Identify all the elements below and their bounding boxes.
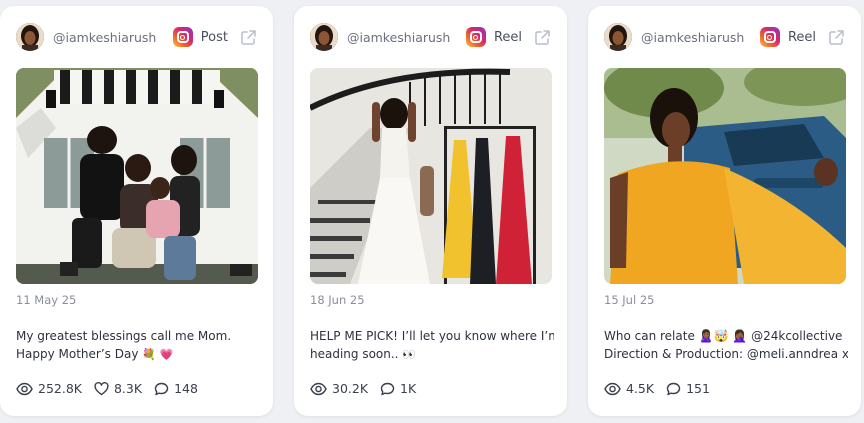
views-count: 4.5K [626,381,655,396]
eye-icon [16,382,33,395]
views-stat: 4.5K [604,381,654,396]
card-header: @iamkeshiarush Reel [310,22,551,52]
post-type-label: Post [200,29,228,45]
post-video-thumbnail[interactable] [310,68,552,284]
post-date: 15 Jul 25 [604,293,655,307]
caption-line: Happy Mother’s Day 💐 💗 [16,345,260,364]
instagram-icon [465,27,486,47]
caption-line: Who can relate 🙎🏾‍♀️🤯 🤦🏾‍♀️ @24kcollecti… [604,329,843,343]
caption-text: Happy Mother’s Day [16,347,139,361]
post-date: 11 May 25 [16,293,77,307]
external-link-icon[interactable] [828,29,845,46]
caption-line: heading soon.. 👀 [310,345,554,364]
caption-emojis: 👀 [402,348,417,361]
post-caption: My greatest blessings call me Mom. Happy… [16,327,260,364]
comments-count: 151 [686,381,710,396]
post-stats: 30.2K 1K [310,381,428,396]
comments-stat: 148 [154,381,198,396]
caption-line: HELP ME PICK! I’ll let you know where I’… [310,329,554,343]
post-caption: HELP ME PICK! I’ll let you know where I’… [310,327,554,364]
avatar [310,23,338,51]
caption-line: Direction & Production: @meli.anndrea x.… [604,347,848,361]
likes-stat: 8.3K [94,381,142,396]
eye-icon [604,382,621,395]
post-stats: 252.8K 8.3K 148 [16,381,210,396]
comments-count: 1K [400,381,417,396]
avatar [604,23,632,51]
post-date: 18 Jun 25 [310,293,365,307]
account-handle[interactable]: @iamkeshiarush [53,30,173,45]
caption-text: heading soon.. [310,347,399,361]
eye-icon [310,382,327,395]
views-count: 30.2K [332,381,369,396]
heart-icon [94,381,109,395]
post-type-label: Reel [493,29,522,45]
avatar [16,23,44,51]
post-video-thumbnail[interactable] [604,68,846,284]
instagram-icon [759,27,780,47]
card-header: @iamkeshiarush Reel [604,22,845,52]
post-card[interactable]: @iamkeshiarush Reel [588,6,861,416]
views-stat: 252.8K [16,381,82,396]
account-handle[interactable]: @iamkeshiarush [641,30,760,45]
card-header: @iamkeshiarush Post [16,22,257,52]
views-stat: 30.2K [310,381,368,396]
post-caption: Who can relate 🙎🏾‍♀️🤯 🤦🏾‍♀️ @24kcollecti… [604,327,848,363]
post-type-label: Reel [787,29,816,45]
comments-stat: 151 [666,381,710,396]
caption-line: My greatest blessings call me Mom. [16,329,232,343]
post-stats: 4.5K 151 [604,381,722,396]
account-handle[interactable]: @iamkeshiarush [347,30,466,45]
instagram-icon [172,27,193,47]
comments-stat: 1K [380,381,416,396]
likes-count: 8.3K [113,381,143,396]
comments-count: 148 [174,381,198,396]
external-link-icon[interactable] [534,29,551,46]
comment-icon [154,382,169,395]
post-card[interactable]: @iamkeshiarush Post 11 May 25 My greates… [0,6,273,416]
comment-icon [666,382,681,395]
views-count: 252.8K [38,381,82,396]
caption-emojis: 💐 💗 [142,348,174,361]
post-card[interactable]: @iamkeshiarush Reel [294,6,567,416]
external-link-icon[interactable] [240,29,257,46]
comment-icon [380,382,395,395]
post-image[interactable] [16,68,258,284]
